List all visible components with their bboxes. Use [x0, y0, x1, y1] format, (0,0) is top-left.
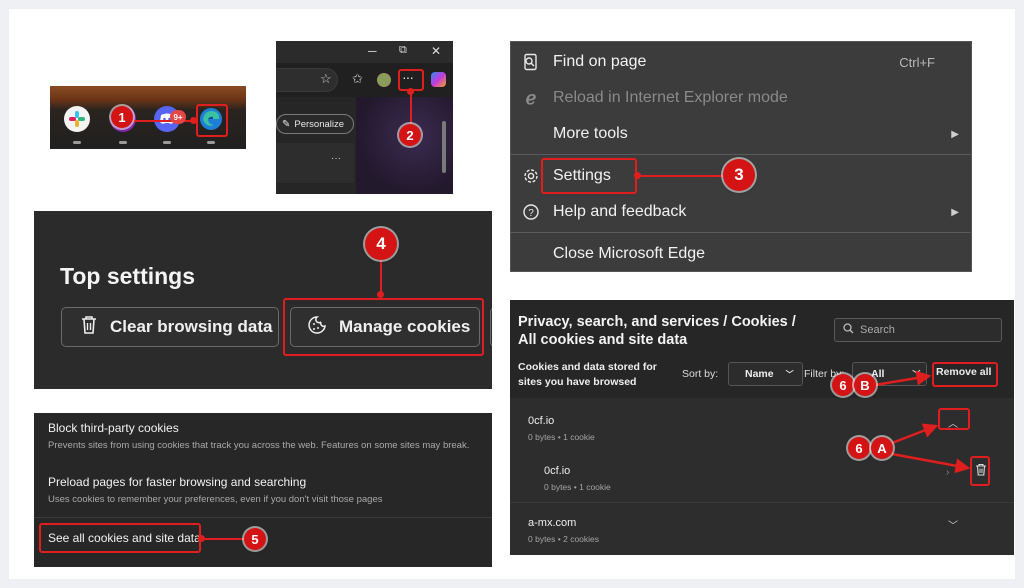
- close-icon[interactable]: ✕: [431, 44, 441, 58]
- block-third-party-desc: Prevents sites from using cookies that t…: [48, 440, 470, 451]
- favorites-icon[interactable]: ✩: [352, 71, 363, 87]
- preload-pages-title: Preload pages for faster browsing and se…: [48, 475, 307, 489]
- connector-dot-5: [198, 535, 205, 542]
- menu-item-more-tools[interactable]: More tools ▶: [511, 117, 971, 151]
- clear-browsing-data-button[interactable]: Clear browsing data: [61, 307, 279, 347]
- shortcut-label: Ctrl+F: [899, 54, 935, 70]
- menu-item-help-feedback[interactable]: ? Help and feedback ▶: [511, 195, 971, 229]
- running-indicator: [163, 141, 171, 144]
- connector-dot-4: [377, 291, 384, 298]
- profile-icon[interactable]: [377, 73, 391, 87]
- connector-line-4: [380, 259, 382, 295]
- submenu-arrow-icon: ▶: [951, 128, 959, 140]
- ie-icon: ℯ: [525, 87, 537, 109]
- slack-icon[interactable]: [64, 106, 90, 132]
- running-indicator: [73, 141, 81, 144]
- paint-icon: ✎: [282, 118, 291, 130]
- personalize-button[interactable]: ✎ Personalize: [276, 114, 354, 134]
- connector-dot-3: [634, 172, 641, 179]
- gear-icon: [520, 165, 542, 187]
- step-badge-6a-number: 6: [848, 437, 870, 459]
- preload-pages-desc: Uses cookies to remember your preference…: [48, 494, 383, 505]
- menu-item-close-edge[interactable]: Close Microsoft Edge: [511, 237, 971, 271]
- settings-highlight: [541, 158, 637, 194]
- manage-cookies-highlight: [283, 298, 484, 356]
- running-indicator: [207, 141, 215, 144]
- section-heading: Top settings: [60, 263, 196, 289]
- step-badge-2: 2: [399, 124, 421, 146]
- browser-corner-panel: ─ ⧉ ✕ ☆ ✩ ··· ✎ Personalize ··· 2: [276, 41, 453, 194]
- scrollbar[interactable]: [442, 121, 446, 173]
- block-third-party-title: Block third-party cookies: [48, 421, 179, 435]
- menu-item-find-on-page[interactable]: Find on page Ctrl+F: [511, 45, 971, 79]
- menu-label: Find on page: [553, 53, 647, 70]
- connector-line-3: [638, 175, 723, 177]
- connector-line-5: [202, 538, 246, 540]
- help-icon: ?: [520, 201, 542, 223]
- edge-menu-panel: Find on page Ctrl+F ℯ Reload in Internet…: [510, 41, 972, 272]
- step-badge-6a-letter: A: [871, 437, 893, 459]
- see-all-highlight: [39, 523, 201, 553]
- minimize-icon[interactable]: ─: [368, 44, 377, 58]
- menu-divider: [511, 154, 971, 155]
- personalize-label: Personalize: [294, 118, 345, 130]
- step-badge-6b-letter: B: [854, 374, 876, 396]
- tile[interactable]: ···: [276, 143, 354, 183]
- title-bar: ─ ⧉ ✕: [276, 41, 453, 63]
- step-badge-6b-number: 6: [832, 374, 854, 396]
- connector-line-1: [131, 120, 195, 122]
- svg-text:?: ?: [528, 208, 534, 219]
- favorite-star-icon[interactable]: ☆: [320, 71, 332, 87]
- annotation-arrows: [874, 370, 971, 474]
- top-settings-panel: Top settings Clear browsing data Manage …: [34, 211, 492, 389]
- copilot-icon[interactable]: [431, 72, 446, 87]
- step-badge-3: 3: [723, 159, 755, 191]
- restore-icon[interactable]: ⧉: [399, 44, 407, 57]
- toolbar: ☆ ✩ ···: [276, 63, 453, 97]
- find-icon: [520, 51, 542, 73]
- divider: [34, 517, 492, 518]
- menu-label: Help and feedback: [553, 203, 687, 220]
- tile-more-icon[interactable]: ···: [331, 153, 341, 164]
- background-image: [356, 97, 453, 194]
- next-button-edge[interactable]: [490, 307, 492, 347]
- button-label: Clear browsing data: [110, 317, 273, 336]
- edge-highlight: [196, 104, 228, 137]
- step-badge-1: 1: [111, 106, 133, 128]
- menu-item-reload-ie-mode: ℯ Reload in Internet Explorer mode: [511, 81, 971, 115]
- running-indicator: [119, 141, 127, 144]
- taskbar-panel: 9+ 1: [50, 86, 246, 149]
- connector-dot-1: [190, 117, 197, 124]
- new-tab-content: ✎ Personalize ···: [276, 97, 453, 194]
- all-cookies-panel: Privacy, search, and services / Cookies …: [510, 300, 1014, 555]
- step-badge-5: 5: [244, 528, 266, 550]
- menu-divider: [511, 232, 971, 233]
- cookie-settings-panel: Block third-party cookies Prevents sites…: [34, 413, 492, 567]
- menu-label: Reload in Internet Explorer mode: [553, 89, 788, 106]
- step-badge-4: 4: [365, 228, 397, 260]
- submenu-arrow-icon: ▶: [951, 206, 959, 218]
- notification-badge: 9+: [170, 110, 186, 124]
- menu-label: Close Microsoft Edge: [553, 245, 706, 262]
- trash-icon: [80, 315, 98, 340]
- menu-label: More tools: [553, 125, 628, 142]
- connector-dot-2: [407, 88, 414, 95]
